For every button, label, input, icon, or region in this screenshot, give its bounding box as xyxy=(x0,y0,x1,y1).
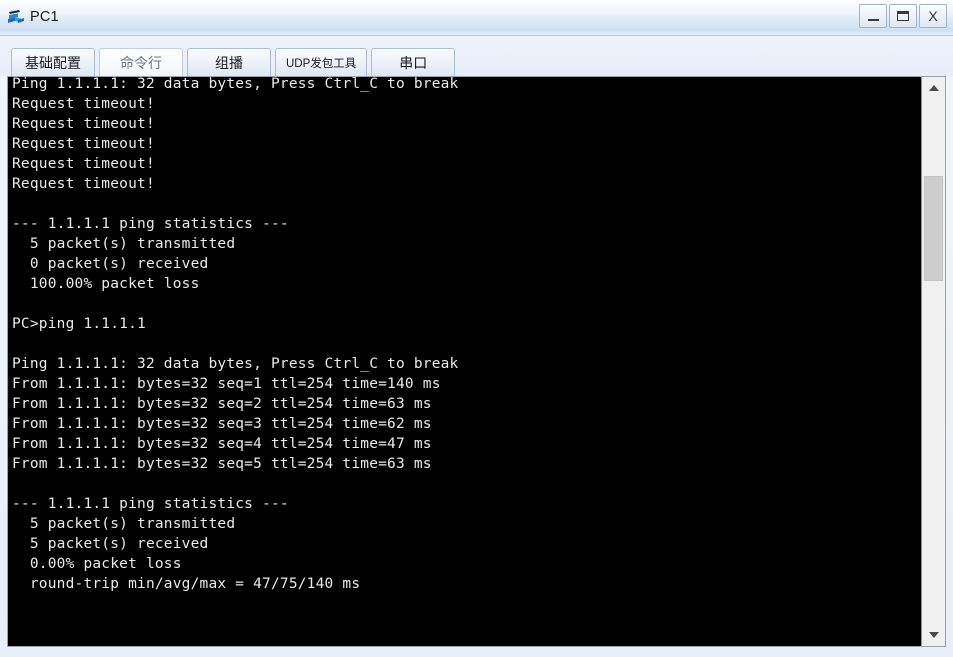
scrollbar-thumb[interactable] xyxy=(924,176,943,281)
terminal-line: From 1.1.1.1: bytes=32 seq=4 ttl=254 tim… xyxy=(12,436,432,452)
scroll-up-icon xyxy=(928,85,939,91)
pc-device-icon xyxy=(6,8,26,28)
minimize-button[interactable] xyxy=(859,4,887,28)
maximize-icon xyxy=(897,11,909,21)
terminal-line: Request timeout! xyxy=(12,176,155,192)
title-bar: PC1 X xyxy=(0,0,953,36)
minimize-icon xyxy=(867,18,879,21)
terminal-line: Request timeout! xyxy=(12,116,155,132)
tab-label: 基础配置 xyxy=(25,54,81,71)
window-title: PC1 xyxy=(30,9,59,25)
tab-multicast[interactable]: 组播 xyxy=(187,48,271,76)
terminal-line: 0.00% packet loss xyxy=(12,556,182,572)
terminal-line: 5 packet(s) transmitted xyxy=(12,516,236,532)
tab-bar: 基础配置 命令行 组播 UDP发包工具 串口 xyxy=(0,36,953,76)
terminal-line: 5 packet(s) transmitted xyxy=(12,236,236,252)
tab-serial-port[interactable]: 串口 xyxy=(371,48,456,76)
terminal-line: Request timeout! xyxy=(12,136,155,152)
tab-label: 串口 xyxy=(399,54,428,71)
terminal-line: From 1.1.1.1: bytes=32 seq=3 ttl=254 tim… xyxy=(12,416,432,432)
scroll-down-button[interactable] xyxy=(922,624,945,646)
terminal-line: Ping 1.1.1.1: 32 data bytes, Press Ctrl_… xyxy=(12,356,459,372)
tab-command-line[interactable]: 命令行 xyxy=(99,48,183,76)
terminal-line: Request timeout! xyxy=(12,96,155,112)
terminal-line: 0 packet(s) received xyxy=(12,256,209,272)
terminal-line: PC>ping 1.1.1.1 xyxy=(12,316,146,332)
scroll-down-icon xyxy=(928,632,939,638)
terminal-line: Ping 1.1.1.1: 32 data bytes, Press Ctrl_… xyxy=(12,77,459,92)
pc-console-window: PC1 X 基础配置 命令行 组播 UDP发包工具 串口 Ping 1.1.1.… xyxy=(0,0,953,657)
terminal-line: From 1.1.1.1: bytes=32 seq=2 ttl=254 tim… xyxy=(12,396,432,412)
tab-udp-packet-tool[interactable]: UDP发包工具 xyxy=(275,48,368,76)
terminal-line: --- 1.1.1.1 ping statistics --- xyxy=(12,496,289,512)
terminal-output[interactable]: Ping 1.1.1.1: 32 data bytes, Press Ctrl_… xyxy=(8,77,921,646)
terminal-line: From 1.1.1.1: bytes=32 seq=5 ttl=254 tim… xyxy=(12,456,432,472)
tab-label: 组播 xyxy=(215,54,243,71)
maximize-button[interactable] xyxy=(889,4,917,28)
terminal-scrollbar[interactable] xyxy=(921,77,945,646)
window-controls: X xyxy=(859,4,947,28)
scrollbar-track[interactable] xyxy=(922,99,945,624)
terminal-line-container: Ping 1.1.1.1: 32 data bytes, Press Ctrl_… xyxy=(12,77,921,594)
terminal-line: --- 1.1.1.1 ping statistics --- xyxy=(12,216,289,232)
tab-label: 命令行 xyxy=(120,54,162,71)
close-button[interactable]: X xyxy=(919,4,947,28)
terminal-panel: Ping 1.1.1.1: 32 data bytes, Press Ctrl_… xyxy=(7,76,946,647)
scroll-up-button[interactable] xyxy=(922,77,945,99)
terminal-line: Request timeout! xyxy=(12,156,155,172)
application-window: PC1 X 基础配置 命令行 组播 UDP发包工具 串口 Ping 1.1.1.… xyxy=(0,0,953,657)
tab-label: UDP发包工具 xyxy=(286,57,357,70)
terminal-line: round-trip min/avg/max = 47/75/140 ms xyxy=(12,576,361,592)
terminal-line: 100.00% packet loss xyxy=(12,276,200,292)
terminal-line: From 1.1.1.1: bytes=32 seq=1 ttl=254 tim… xyxy=(12,376,441,392)
terminal-line: 5 packet(s) received xyxy=(12,536,209,552)
close-icon: X xyxy=(928,8,938,24)
tab-basic-config[interactable]: 基础配置 xyxy=(11,48,95,76)
